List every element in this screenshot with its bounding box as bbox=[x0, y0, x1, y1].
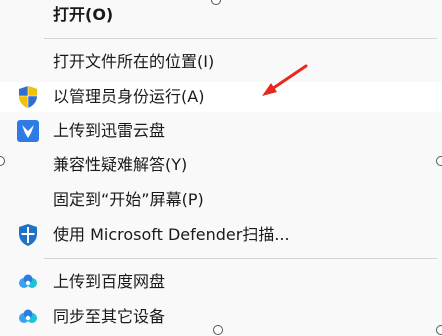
annotation-arrow bbox=[262, 64, 308, 96]
resize-handle-right[interactable] bbox=[436, 156, 442, 166]
resize-handle-bottom[interactable] bbox=[213, 325, 223, 335]
resize-handle-bottom-right[interactable] bbox=[436, 325, 442, 335]
context-menu: 打开(O) 打开文件所在的位置(I) 以管理员身份运行(A) 上传到迅雷云盘 兼… bbox=[0, 0, 442, 336]
